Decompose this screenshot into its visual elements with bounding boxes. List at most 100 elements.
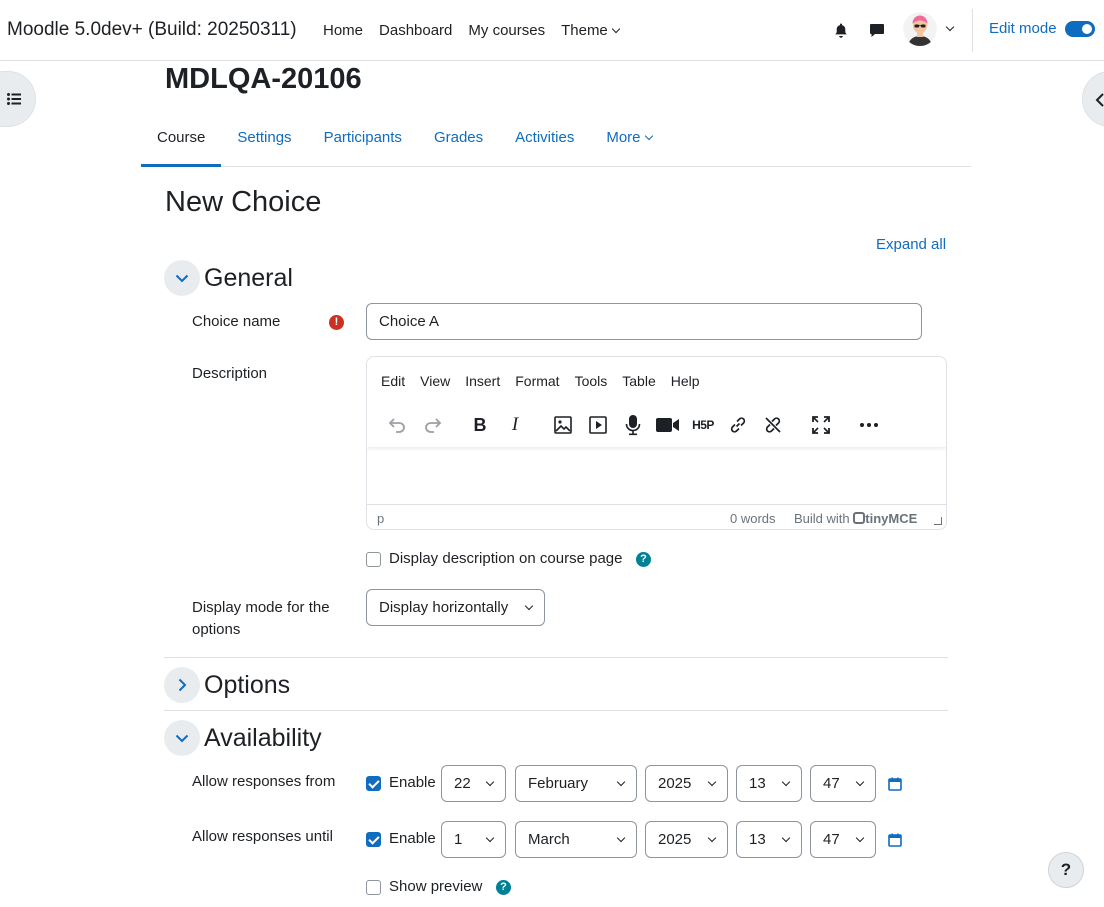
display-description-label[interactable]: Display description on course page (389, 550, 622, 567)
allow-from-year-select[interactable]: 2025 (645, 765, 728, 802)
tab-activities[interactable]: Activities (499, 109, 590, 166)
allow-until-minute-value: 47 (823, 831, 840, 848)
more-options-icon[interactable] (855, 411, 883, 439)
allow-until-minute-select[interactable]: 47 (810, 821, 876, 858)
tab-more[interactable]: More (590, 109, 667, 166)
allow-until-month-select[interactable]: March (515, 821, 637, 858)
chevron-left-icon (1095, 93, 1104, 107)
help-button[interactable]: ? (1048, 852, 1084, 888)
italic-icon[interactable]: I (501, 411, 529, 439)
editor-menu-format[interactable]: Format (515, 373, 559, 389)
redo-icon[interactable] (419, 411, 447, 439)
editor-menu-view[interactable]: View (420, 373, 450, 389)
undo-icon[interactable] (383, 411, 411, 439)
nav-home[interactable]: Home (315, 0, 371, 61)
resize-handle-icon[interactable] (934, 517, 942, 525)
calendar-icon[interactable] (888, 777, 902, 791)
messages-icon[interactable] (864, 18, 890, 44)
allow-from-hour-select[interactable]: 13 (736, 765, 802, 802)
options-section-title[interactable]: Options (204, 671, 290, 700)
display-description-checkbox[interactable] (366, 552, 381, 567)
media-icon[interactable] (584, 411, 612, 439)
allow-from-label: Allow responses from (192, 773, 336, 790)
chevron-down-icon (855, 777, 865, 786)
link-icon[interactable] (724, 411, 752, 439)
general-section-toggle[interactable] (164, 260, 200, 296)
allow-until-enable-label[interactable]: Enable (389, 830, 436, 847)
editor-statusbar: p 0 words Build with tinyMCE (367, 504, 946, 529)
fullscreen-icon[interactable] (807, 411, 835, 439)
site-brand[interactable]: Moodle 5.0dev+ (Build: 20250311) (7, 19, 297, 41)
edit-mode-label: Edit mode (989, 20, 1057, 37)
image-icon[interactable] (549, 411, 577, 439)
show-preview-label[interactable]: Show preview (389, 878, 482, 895)
edit-mode-switch[interactable]: Edit mode (989, 20, 1095, 37)
course-index-drawer-toggle[interactable] (0, 71, 36, 127)
unlink-icon[interactable] (759, 411, 787, 439)
allow-from-day-select[interactable]: 22 (441, 765, 506, 802)
display-mode-label: Display mode for the options (192, 599, 330, 638)
show-preview-checkbox[interactable] (366, 880, 381, 895)
allow-until-enable-checkbox[interactable] (366, 832, 381, 847)
nav-theme[interactable]: Theme (553, 0, 627, 61)
allow-from-month-select[interactable]: February (515, 765, 637, 802)
editor-word-count[interactable]: 0 words (730, 511, 776, 526)
general-section-title[interactable]: General (204, 264, 293, 293)
primary-navigation: Home Dashboard My courses Theme (315, 0, 627, 61)
display-mode-select[interactable]: Display horizontally (366, 589, 545, 626)
h5p-icon[interactable]: H5P (689, 411, 717, 439)
editor-menu-tools[interactable]: Tools (575, 373, 608, 389)
user-menu[interactable] (903, 12, 955, 46)
allow-until-hour-select[interactable]: 13 (736, 821, 802, 858)
allow-from-enable-label[interactable]: Enable (389, 774, 436, 791)
tab-grades[interactable]: Grades (418, 109, 499, 166)
edit-mode-toggle[interactable] (1064, 20, 1095, 37)
editor-menu-insert[interactable]: Insert (465, 373, 500, 389)
block-drawer-toggle[interactable] (1082, 71, 1104, 127)
page-heading: New Choice (165, 186, 322, 218)
editor-branding[interactable]: Build with tinyMCE (794, 511, 917, 526)
chevron-right-icon (178, 678, 186, 692)
display-mode-value: Display horizontally (379, 599, 509, 616)
help-icon[interactable]: ? (496, 880, 511, 895)
calendar-icon[interactable] (888, 833, 902, 847)
chevron-down-icon (616, 777, 626, 786)
options-section-toggle[interactable] (164, 667, 200, 703)
tinymce-logo-icon (853, 512, 866, 524)
nav-my-courses[interactable]: My courses (460, 0, 553, 61)
choice-name-input[interactable] (366, 303, 922, 340)
allow-from-enable-checkbox[interactable] (366, 776, 381, 791)
chevron-down-icon (175, 274, 189, 282)
chevron-down-icon (524, 601, 534, 610)
expand-all-link[interactable]: Expand all (876, 236, 946, 253)
chevron-down-icon (781, 833, 791, 842)
section-divider (164, 710, 948, 711)
tab-participants[interactable]: Participants (308, 109, 418, 166)
section-divider (164, 657, 948, 658)
availability-section-title[interactable]: Availability (204, 724, 322, 753)
chevron-down-icon (855, 833, 865, 842)
allow-until-year-select[interactable]: 2025 (645, 821, 728, 858)
allow-from-year-value: 2025 (658, 775, 692, 792)
editor-content-area[interactable] (367, 447, 946, 504)
bold-icon[interactable]: B (466, 411, 494, 439)
video-camera-icon[interactable] (654, 411, 682, 439)
allow-until-day-select[interactable]: 1 (441, 821, 506, 858)
allow-until-label: Allow responses until (192, 828, 333, 845)
editor-element-path[interactable]: p (377, 511, 384, 526)
navbar-divider (972, 9, 973, 52)
help-icon[interactable]: ? (636, 552, 651, 567)
allow-from-month-value: February (528, 775, 589, 792)
notifications-bell-icon[interactable] (828, 18, 854, 44)
tab-course[interactable]: Course (141, 109, 222, 167)
top-navbar: Moodle 5.0dev+ (Build: 20250311) Home Da… (0, 0, 1104, 61)
editor-menu-edit[interactable]: Edit (381, 373, 405, 389)
tab-settings[interactable]: Settings (221, 109, 307, 166)
nav-dashboard[interactable]: Dashboard (371, 0, 460, 61)
availability-section-toggle[interactable] (164, 720, 200, 756)
editor-menu-table[interactable]: Table (622, 373, 655, 389)
microphone-icon[interactable] (619, 411, 647, 439)
editor-menu-help[interactable]: Help (671, 373, 700, 389)
editor-build-with: Build with (794, 511, 850, 526)
allow-from-minute-select[interactable]: 47 (810, 765, 876, 802)
